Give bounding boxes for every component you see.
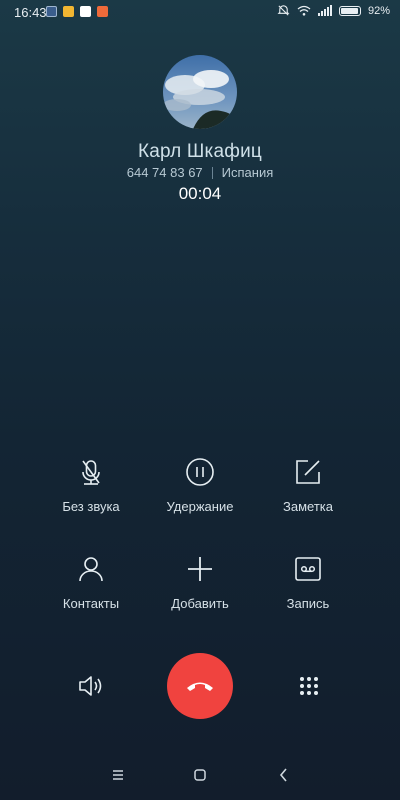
- message-icon: [46, 6, 57, 17]
- hold-label: Удержание: [166, 499, 234, 514]
- note-edit-icon: [296, 460, 320, 484]
- status-bar: 16:43 92%: [0, 0, 400, 24]
- contact-name: Карл Шкафиц: [138, 141, 262, 162]
- add-call-button[interactable]: Добавить: [140, 553, 260, 611]
- signal-icon: [317, 5, 332, 16]
- record-label: Запись: [286, 596, 330, 611]
- pause-icon: [186, 458, 214, 486]
- mute-button[interactable]: Без звука: [31, 456, 151, 514]
- navigation-bar: [0, 760, 400, 790]
- add-label: Добавить: [171, 596, 229, 611]
- status-time: 16:43: [14, 5, 47, 20]
- mute-label: Без звука: [62, 499, 120, 514]
- battery-percent: 92%: [367, 4, 390, 17]
- end-call-button[interactable]: [167, 653, 233, 719]
- menu-icon[interactable]: [108, 765, 128, 785]
- call-timer: 00:04: [178, 184, 222, 203]
- dialpad-button[interactable]: [299, 676, 319, 701]
- separator: [211, 166, 213, 179]
- record-button[interactable]: Запись: [248, 553, 368, 611]
- plus-icon: [188, 557, 212, 581]
- contacts-label: Контакты: [62, 596, 120, 611]
- app-icon: [97, 6, 108, 17]
- note-button[interactable]: Заметка: [248, 456, 368, 514]
- silent-icon: [277, 5, 290, 16]
- battery-icon: [338, 5, 361, 16]
- gmail-icon: [80, 6, 91, 17]
- dialpad-icon: [300, 677, 318, 695]
- contact-location: Испания: [221, 165, 274, 180]
- contacts-button[interactable]: Контакты: [31, 553, 151, 611]
- home-icon[interactable]: [190, 765, 210, 785]
- speaker-button[interactable]: [78, 674, 104, 703]
- person-icon: [79, 557, 103, 582]
- phone-hangup-icon: [187, 682, 213, 691]
- contact-details: 644 74 83 67 Испания: [0, 165, 400, 180]
- mic-off-icon: [82, 460, 100, 485]
- contact-number: 644 74 83 67: [126, 165, 203, 180]
- bookmark-icon: [63, 6, 74, 17]
- back-icon[interactable]: [274, 765, 294, 785]
- note-label: Заметка: [283, 499, 333, 514]
- record-tape-icon: [295, 557, 321, 581]
- speaker-icon: [79, 676, 102, 696]
- notification-icons: [46, 6, 108, 17]
- contact-avatar: [163, 55, 237, 129]
- status-right: 92%: [277, 4, 390, 17]
- hold-button[interactable]: Удержание: [140, 456, 260, 514]
- wifi-icon: [297, 5, 311, 16]
